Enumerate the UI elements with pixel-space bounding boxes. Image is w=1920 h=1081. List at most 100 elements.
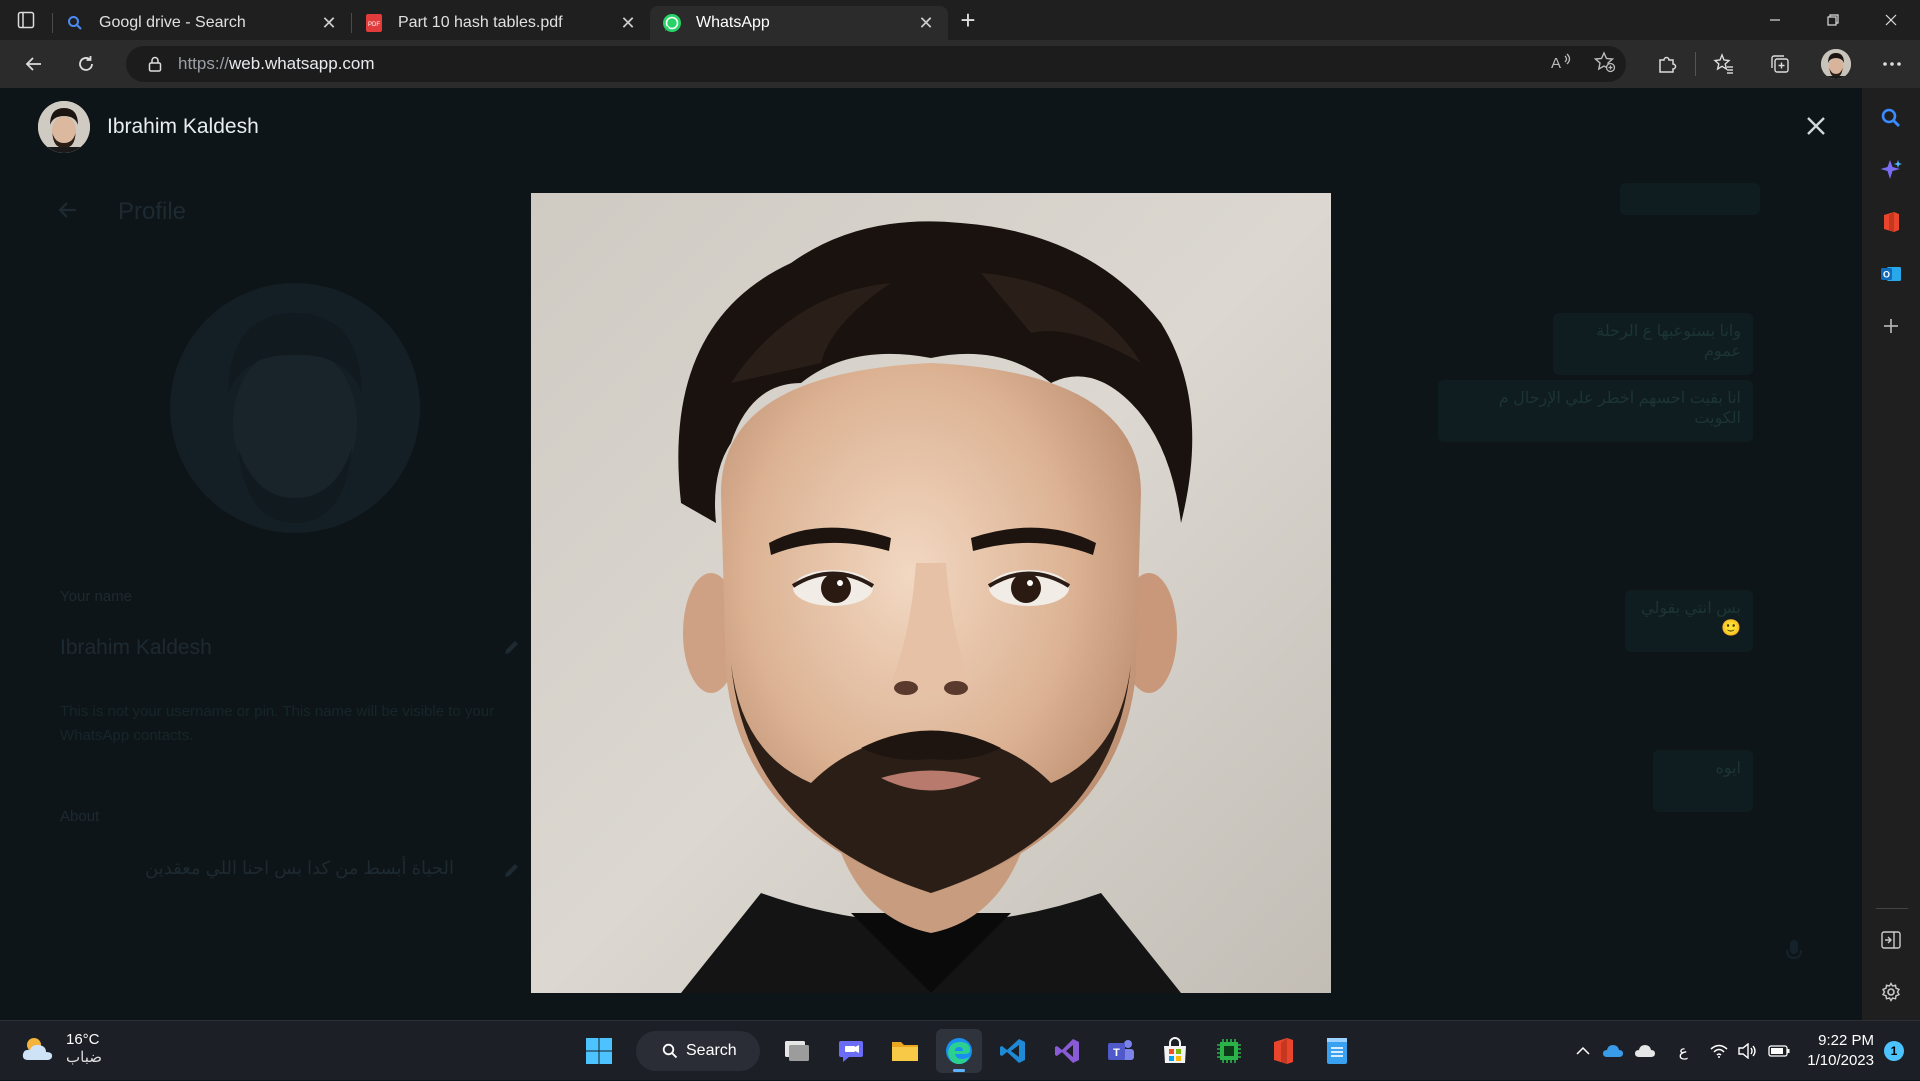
tab-close-button[interactable]: ✕ [916, 13, 936, 33]
volume-button[interactable] [1733, 1021, 1761, 1081]
message-bubble: بس انتي بقولي 🙂 [1625, 590, 1753, 652]
weather-condition: ضباب [66, 1049, 102, 1066]
tab-close-button[interactable]: ✕ [319, 13, 339, 33]
profile-name-label: Your name [60, 588, 132, 605]
weather-widget[interactable]: 16°C ضباب [20, 1031, 102, 1067]
tab-pdf[interactable]: PDF Part 10 hash tables.pdf ✕ [352, 6, 650, 40]
visual-studio-button[interactable] [1044, 1029, 1090, 1073]
search-icon [662, 1043, 678, 1059]
folder-icon [892, 1042, 918, 1061]
restore-button[interactable] [1804, 0, 1862, 40]
task-view-button[interactable] [774, 1029, 820, 1073]
about-label: About [60, 808, 100, 825]
profile-photo-full [531, 193, 1331, 993]
search-icon [65, 13, 85, 33]
sidebar-add-button[interactable] [1862, 304, 1920, 348]
minimize-button[interactable] [1746, 0, 1804, 40]
battery-button[interactable] [1761, 1021, 1797, 1081]
sidebar-discover-button[interactable] [1862, 148, 1920, 192]
sidebar-divider [1876, 908, 1908, 909]
vscode-icon [1000, 1039, 1025, 1063]
back-button[interactable] [8, 40, 60, 88]
browser-toolbar: https://web.whatsapp.com A [0, 40, 1920, 88]
collections-button[interactable] [1752, 40, 1808, 88]
taskbar-clock[interactable]: 9:22 PM 1/10/2023 [1807, 1031, 1874, 1071]
show-hidden-icons-button[interactable] [1569, 1021, 1597, 1081]
add-favorite-button[interactable] [1593, 50, 1616, 78]
hide-sidebar-button[interactable] [1862, 918, 1920, 962]
contact-name: Ibrahim Kaldesh [107, 115, 259, 138]
edge-button[interactable] [936, 1029, 982, 1073]
tab-close-button[interactable]: ✕ [618, 13, 638, 33]
minimize-icon [1770, 19, 1780, 21]
teams-icon: T [1108, 1040, 1134, 1060]
notepad-icon [1327, 1038, 1347, 1064]
profile-title: Profile [118, 198, 187, 225]
arrow-left-icon [58, 202, 76, 218]
teams-chat-button[interactable] [828, 1029, 874, 1073]
new-tab-button[interactable]: + [948, 0, 988, 40]
clock-date: 1/10/2023 [1807, 1052, 1874, 1069]
profile-photo-dimmed [170, 283, 420, 533]
weather-temperature: 16°C [66, 1031, 100, 1048]
office-button[interactable] [1260, 1029, 1306, 1073]
onedrive-personal-button[interactable] [1629, 1021, 1661, 1081]
svg-text:O: O [1883, 270, 1890, 280]
url-host: web.whatsapp.com [229, 54, 375, 73]
taskbar-search-label: Search [686, 1042, 737, 1059]
sidebar-search-button[interactable] [1862, 96, 1920, 140]
chevron-up-icon [1576, 1046, 1590, 1055]
teams-button[interactable]: T [1098, 1029, 1144, 1073]
pencil-icon [505, 864, 518, 877]
cloud-icon [1635, 1045, 1656, 1057]
address-bar[interactable]: https://web.whatsapp.com A [126, 46, 1626, 82]
avatar[interactable] [38, 101, 90, 153]
file-explorer-button[interactable] [882, 1029, 928, 1073]
wifi-icon [1710, 1044, 1728, 1058]
browser-tab-strip: Googl drive - Search ✕ PDF Part 10 hash … [0, 0, 1920, 40]
taskbar-search[interactable]: Search [636, 1031, 760, 1071]
sidebar-office-button[interactable] [1862, 200, 1920, 244]
toolbar-right [1639, 40, 1920, 88]
refresh-icon [79, 56, 93, 71]
battery-icon [1768, 1045, 1790, 1057]
close-window-button[interactable] [1862, 0, 1920, 40]
sidebar-collapse-icon [1881, 931, 1901, 949]
whatsapp-icon [662, 13, 682, 33]
tab-google-search[interactable]: Googl drive - Search ✕ [53, 6, 351, 40]
office-icon [1884, 212, 1899, 232]
extensions-button[interactable] [1639, 40, 1695, 88]
microsoft-store-button[interactable] [1152, 1029, 1198, 1073]
tab-title: WhatsApp [696, 14, 770, 31]
notepad-button[interactable] [1314, 1029, 1360, 1073]
onedrive-button[interactable] [1597, 1021, 1629, 1081]
tab-actions-button[interactable] [0, 0, 52, 40]
onedrive-icon [1603, 1045, 1624, 1057]
refresh-button[interactable] [60, 40, 112, 88]
chip-app-button[interactable] [1206, 1029, 1252, 1073]
more-options-button[interactable] [1864, 40, 1920, 88]
profile-button[interactable] [1808, 40, 1864, 88]
vscode-button[interactable] [990, 1029, 1036, 1073]
ellipsis-icon [1883, 62, 1901, 66]
start-button[interactable] [576, 1029, 622, 1073]
sidebar-outlook-button[interactable]: O [1862, 252, 1920, 296]
windows-logo-icon [586, 1038, 612, 1064]
office-icon [1274, 1038, 1293, 1064]
input-language[interactable]: ع [1661, 1021, 1705, 1081]
svg-text:T: T [1113, 1047, 1120, 1059]
notification-badge[interactable]: 1 [1884, 1041, 1904, 1061]
wifi-button[interactable] [1705, 1021, 1733, 1081]
tab-whatsapp[interactable]: WhatsApp ✕ [650, 6, 948, 40]
weather-cloud-sun-icon [22, 1038, 53, 1060]
collections-icon [1771, 55, 1789, 73]
favorites-button[interactable] [1696, 40, 1752, 88]
close-viewer-button[interactable] [1800, 110, 1832, 142]
about-text: الحياة أبسط من كدا بس احنا اللي معقدين [145, 858, 455, 878]
sidebar-settings-button[interactable] [1862, 970, 1920, 1014]
read-aloud-button[interactable]: A [1550, 53, 1572, 76]
profile-name-hint: This is not your username or pin. This n… [60, 703, 495, 744]
task-view-icon [785, 1041, 809, 1061]
media-viewer-header: Ibrahim Kaldesh [0, 88, 1862, 166]
tab-title: Part 10 hash tables.pdf [398, 14, 563, 31]
